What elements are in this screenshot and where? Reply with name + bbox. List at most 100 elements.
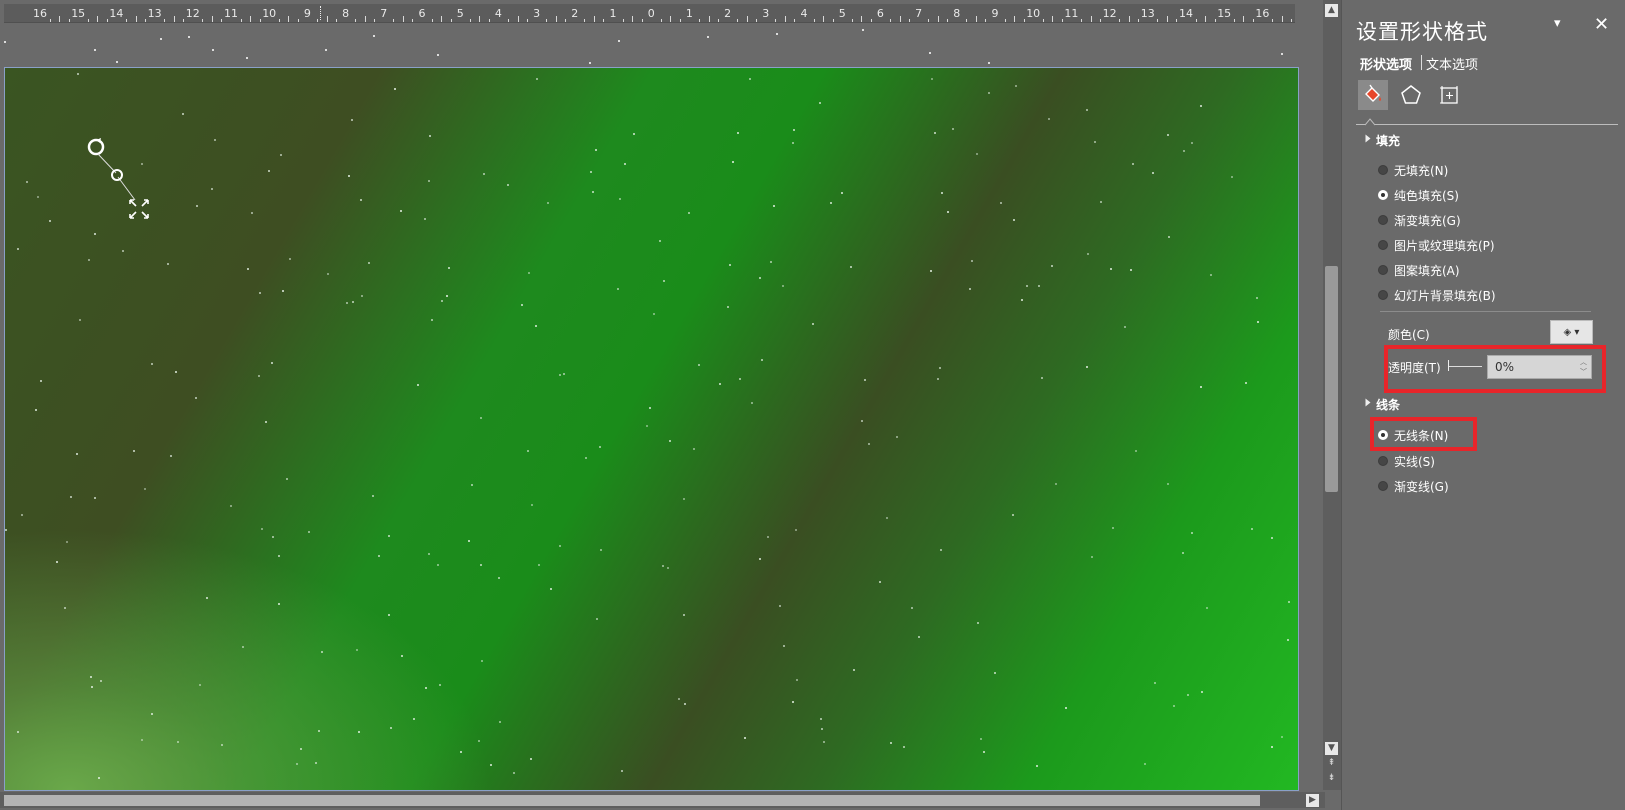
effects-button[interactable] [1396, 80, 1426, 110]
radio-label: 纯色填充(S) [1394, 188, 1459, 203]
fill-section-collapse-icon[interactable] [1365, 134, 1371, 143]
radio-label: 实线(S) [1394, 454, 1435, 469]
ruler-tick [441, 16, 443, 22]
ruler-tick [889, 19, 891, 22]
ruler-tick [488, 19, 490, 22]
star-dot [684, 703, 687, 706]
ruler-label: 3 [762, 7, 770, 20]
star-dot [760, 359, 763, 362]
radio-circle[interactable] [1378, 265, 1388, 275]
star-dot [527, 449, 530, 452]
radio-solid-line[interactable]: 实线(S) [1378, 453, 1435, 469]
radio-label: 图片或纹理填充(P) [1394, 238, 1495, 253]
star-dot [820, 728, 823, 731]
vertical-scroll-thumb[interactable] [1325, 266, 1338, 492]
star-dot [361, 295, 364, 298]
ruler-tick [899, 16, 901, 22]
star-dot [431, 319, 434, 322]
tab-text-options[interactable]: 文本选项 [1426, 54, 1478, 73]
line-section-title[interactable]: 线条 [1376, 396, 1400, 413]
star-dot [739, 378, 742, 381]
radio-circle[interactable] [1378, 290, 1388, 300]
star-dot [143, 488, 146, 491]
star-dot [929, 270, 932, 273]
radio-gradient-fill[interactable]: 渐变填充(G) [1378, 212, 1461, 228]
radio-gradient-line[interactable]: 渐变线(G) [1378, 478, 1449, 494]
fill-line-button[interactable] [1358, 80, 1388, 110]
star-dot [692, 447, 695, 450]
previous-slide-icon[interactable]: ⇞ [1325, 757, 1338, 770]
horizontal-scroll-thumb[interactable] [4, 795, 1260, 806]
star-dot [791, 701, 794, 704]
star-dot [987, 91, 990, 94]
star-dot [988, 61, 991, 64]
ruler-label: 8 [953, 7, 961, 20]
radio-picture-fill[interactable]: 图片或纹理填充(P) [1378, 237, 1495, 253]
star-dot [861, 420, 864, 423]
rotate-handle-icon[interactable] [87, 138, 105, 156]
radio-circle[interactable] [1378, 481, 1388, 491]
star-dot [1287, 601, 1290, 604]
ruler-tick [450, 19, 452, 22]
radio-circle[interactable] [1378, 456, 1388, 466]
ruler-label: 6 [876, 7, 884, 20]
star-dot [272, 535, 275, 538]
radio-circle[interactable] [1378, 215, 1388, 225]
tab-shape-options[interactable]: 形状选项 [1360, 54, 1412, 73]
close-icon[interactable]: ✕ [1594, 14, 1609, 35]
color-picker-button[interactable]: ◈ ▾ [1550, 320, 1593, 344]
star-dot [229, 505, 232, 508]
star-dot [427, 552, 430, 555]
shape-handles[interactable] [5, 68, 205, 268]
next-slide-icon[interactable]: ⇟ [1325, 772, 1338, 785]
size-properties-button[interactable] [1434, 80, 1464, 110]
star-dot [599, 548, 602, 551]
line-section-collapse-icon[interactable] [1365, 398, 1371, 407]
star-dot [94, 496, 97, 499]
radio-pattern-fill[interactable]: 图案填充(A) [1378, 262, 1460, 278]
ruler-tick [87, 19, 89, 22]
ruler-tick [402, 16, 404, 22]
fill-section-title[interactable]: 填充 [1376, 132, 1400, 149]
horizontal-ruler: 16 15 14 13 12 11 10 9 8 7 6 5 4 3 2 1 0 1 2 3 4 5 6 7 8 9 10 11 12 1… [0, 0, 1300, 26]
star-dot [448, 267, 451, 270]
star-dot [477, 739, 480, 742]
ruler-tick [1233, 19, 1235, 22]
star-dot [140, 739, 143, 742]
star-dot [1143, 762, 1146, 765]
center-point-icon[interactable] [111, 169, 123, 181]
star-dot [1199, 105, 1202, 108]
star-dot [819, 718, 822, 721]
radio-circle[interactable] [1378, 240, 1388, 250]
ruler-tick [756, 19, 758, 22]
star-dot [976, 621, 979, 624]
ruler-tick [679, 19, 681, 22]
star-dot [1168, 236, 1171, 239]
vertical-scrollbar[interactable]: ▲ ▼ ⇞ ⇟ [1323, 0, 1341, 790]
horizontal-scrollbar[interactable]: ▶ [0, 792, 1325, 808]
ruler-tick [909, 19, 911, 22]
scroll-down-button[interactable]: ▼ [1325, 742, 1338, 755]
star-dot [470, 484, 473, 487]
radio-slide-background-fill[interactable]: 幻灯片背景填充(B) [1378, 287, 1496, 303]
radio-circle[interactable] [1378, 190, 1388, 200]
scroll-up-button[interactable]: ▲ [1325, 4, 1338, 17]
scroll-right-button[interactable]: ▶ [1306, 794, 1319, 807]
star-dot [599, 446, 602, 449]
slide-editing-area[interactable] [0, 26, 1325, 794]
star-dot [736, 131, 739, 134]
radio-solid-fill[interactable]: 纯色填充(S) [1378, 187, 1459, 203]
ruler-tick [851, 19, 853, 22]
size-layout-icon [1440, 86, 1458, 104]
panel-menu-icon[interactable]: ▾ [1554, 16, 1561, 31]
radio-no-fill[interactable]: 无填充(N) [1378, 162, 1448, 178]
radio-circle[interactable] [1378, 165, 1388, 175]
ruler-label: 7 [380, 7, 388, 20]
star-dot [1130, 269, 1133, 272]
star-dot [268, 170, 271, 173]
star-dot [94, 49, 97, 52]
slide-background-shape[interactable] [4, 67, 1299, 791]
resize-handle-icon[interactable] [129, 199, 149, 219]
star-dot [776, 33, 779, 35]
star-dot [1256, 321, 1259, 324]
